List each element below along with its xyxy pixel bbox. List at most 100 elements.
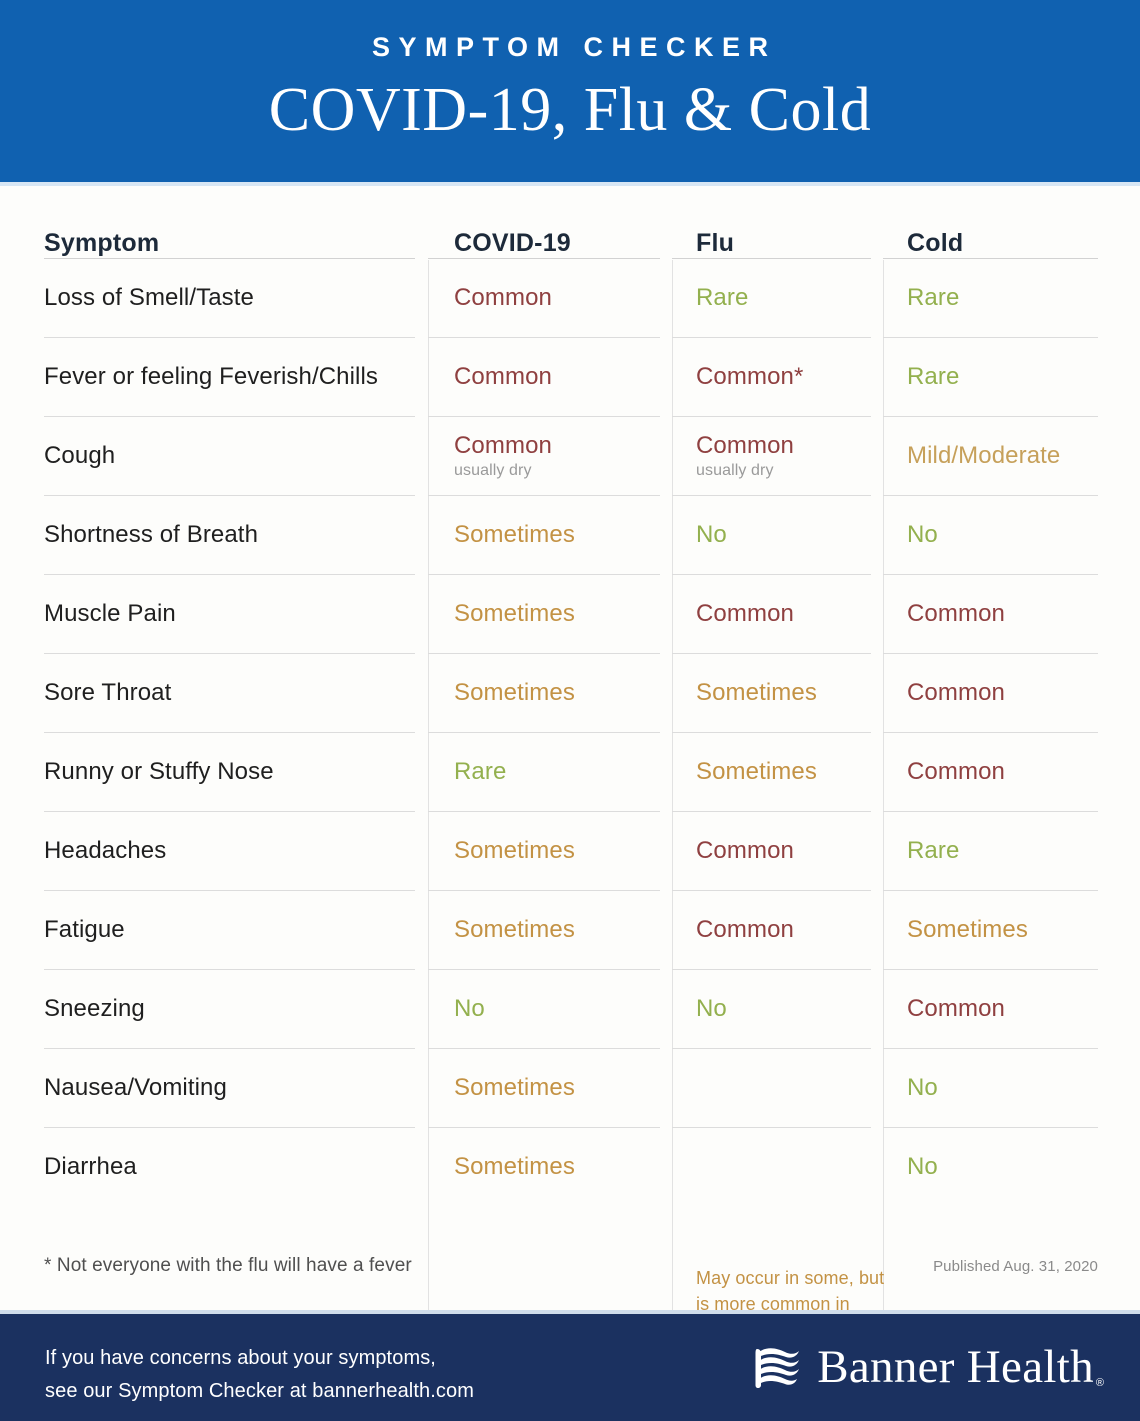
table-body: Loss of Smell/Taste Common Rare Rare Fever o… [44, 259, 1098, 1206]
poster-header: SYMPTOM CHECKER COVID-19, Flu & Cold [0, 0, 1140, 182]
table-row: Sore Throat Sometimes Sometimes Common [44, 654, 1098, 732]
symptom-label: Runny or Stuffy Nose [44, 758, 274, 786]
covid-value: Sometimes [454, 1153, 575, 1181]
symptom-cell: Fatigue [44, 891, 428, 969]
flu-value-cell: Sometimes [672, 654, 883, 732]
symptom-cell: Muscle Pain [44, 575, 428, 653]
symptom-label: Sore Throat [44, 679, 172, 707]
flu-value-cell: Sometimes [672, 733, 883, 811]
flu-value-cell: Common [672, 812, 883, 890]
table-row: Nausea/Vomiting Sometimes No [44, 1049, 1098, 1127]
cold-value: Mild/Moderate [907, 442, 1061, 470]
cold-value-cell: Sometimes [883, 891, 1098, 969]
table-row: Fatigue Sometimes Common Sometimes [44, 891, 1098, 969]
flu-value: Rare [696, 284, 749, 312]
flu-value-cell: Common* [672, 338, 883, 416]
table-row: Loss of Smell/Taste Common Rare Rare [44, 259, 1098, 337]
symptom-comparison-table: Symptom COVID-19 Flu Cold Loss of Smell/… [0, 186, 1140, 1405]
table-grid: Symptom COVID-19 Flu Cold Loss of Smell/… [44, 186, 1098, 1206]
covid-value-cell: Rare [428, 733, 672, 811]
covid-value: Common [454, 284, 552, 312]
covid-value-cell: Sometimes [428, 1049, 672, 1127]
flu-value: Common [696, 431, 794, 459]
flu-value-subtext: usually dry [696, 462, 774, 480]
cold-value-cell: No [883, 496, 1098, 574]
flu-value: Common [696, 916, 794, 944]
flu-value: Sometimes [696, 679, 817, 707]
symptom-label: Fever or feeling Feverish/Chills [44, 363, 378, 391]
cold-value: Common [907, 758, 1005, 786]
brand-name: Banner Health [817, 1340, 1094, 1393]
covid-value-cell: Sometimes [428, 812, 672, 890]
covid-value-cell: Common [428, 259, 672, 337]
covid-value-cell: Common usually dry [428, 417, 672, 495]
cold-value: Sometimes [907, 916, 1028, 944]
table-row: Shortness of Breath Sometimes No No [44, 496, 1098, 574]
table-row: Muscle Pain Sometimes Common Common [44, 575, 1098, 653]
cold-value-cell: No [883, 1049, 1098, 1127]
covid-value-subtext: usually dry [454, 462, 532, 480]
flu-value-cell: Rare [672, 259, 883, 337]
symptom-cell: Runny or Stuffy Nose [44, 733, 428, 811]
symptom-label: Headaches [44, 837, 167, 865]
flu-value-cell: No [672, 496, 883, 574]
cold-value-cell: Common [883, 654, 1098, 732]
column-header-flu: Flu [696, 229, 735, 257]
brand-lockup: Banner Health ® [751, 1339, 1104, 1395]
cold-value: No [907, 521, 938, 549]
table-row: Diarrhea Sometimes No [44, 1128, 1098, 1206]
symptom-cell: Headaches [44, 812, 428, 890]
symptom-label: Shortness of Breath [44, 521, 259, 549]
cold-value-cell: Rare [883, 338, 1098, 416]
footer-line-1: If you have concerns about your symptoms… [45, 1347, 436, 1369]
cold-value-cell: Common [883, 575, 1098, 653]
cold-value-cell: No [883, 1128, 1098, 1206]
covid-value: Sometimes [454, 600, 575, 628]
covid-value: Sometimes [454, 679, 575, 707]
symptom-label: Nausea/Vomiting [44, 1074, 227, 1102]
symptom-label: Cough [44, 442, 116, 470]
flu-value-cell: Common [672, 575, 883, 653]
cold-value-cell: Rare [883, 812, 1098, 890]
column-header-cold: Cold [907, 229, 964, 257]
symptom-cell: Loss of Smell/Taste [44, 259, 428, 337]
footnote-text: * Not everyone with the flu will have a … [44, 1255, 412, 1276]
covid-value-cell: Sometimes [428, 891, 672, 969]
flu-value: Sometimes [696, 758, 817, 786]
cold-value: No [907, 1153, 938, 1181]
page-title: COVID-19, Flu & Cold [268, 76, 872, 144]
covid-value-cell: Sometimes [428, 575, 672, 653]
covid-value-cell: Sometimes [428, 1128, 672, 1206]
covid-value: Sometimes [454, 521, 575, 549]
symptom-cell: Cough [44, 417, 428, 495]
infographic-poster: SYMPTOM CHECKER COVID-19, Flu & Cold Sym… [0, 0, 1140, 1421]
flu-value: No [696, 995, 727, 1023]
banner-flag-icon [755, 1348, 800, 1388]
column-header-cold-cell: Cold [883, 231, 1098, 258]
column-header-covid: COVID-19 [454, 229, 571, 257]
column-header-symptom-cell: Symptom [44, 231, 428, 258]
flu-value: No [696, 521, 727, 549]
column-header-covid-cell: COVID-19 [428, 231, 672, 258]
covid-value-cell: Sometimes [428, 654, 672, 732]
covid-value: Common [454, 431, 552, 459]
cold-value-cell: Common [883, 733, 1098, 811]
table-header-row: Symptom COVID-19 Flu Cold [44, 186, 1098, 258]
column-header-symptom: Symptom [44, 229, 160, 257]
symptom-cell: Fever or feeling Feverish/Chills [44, 338, 428, 416]
cold-value: Common [907, 600, 1005, 628]
header-eyebrow: SYMPTOM CHECKER [371, 32, 777, 62]
symptom-label: Diarrhea [44, 1153, 137, 1181]
cold-value: No [907, 1074, 938, 1102]
symptom-label: Loss of Smell/Taste [44, 284, 254, 312]
symptom-label: Fatigue [44, 916, 125, 944]
covid-value: Common [454, 363, 552, 391]
symptom-cell: Sneezing [44, 970, 428, 1048]
flu-value: Common [696, 837, 794, 865]
poster-footer: If you have concerns about your symptoms… [0, 1314, 1140, 1421]
symptom-cell: Diarrhea [44, 1128, 428, 1206]
cold-value-cell: Mild/Moderate [883, 417, 1098, 495]
covid-value-cell: Sometimes [428, 496, 672, 574]
flu-value-cell: Common [672, 891, 883, 969]
symptom-label: Sneezing [44, 995, 145, 1023]
